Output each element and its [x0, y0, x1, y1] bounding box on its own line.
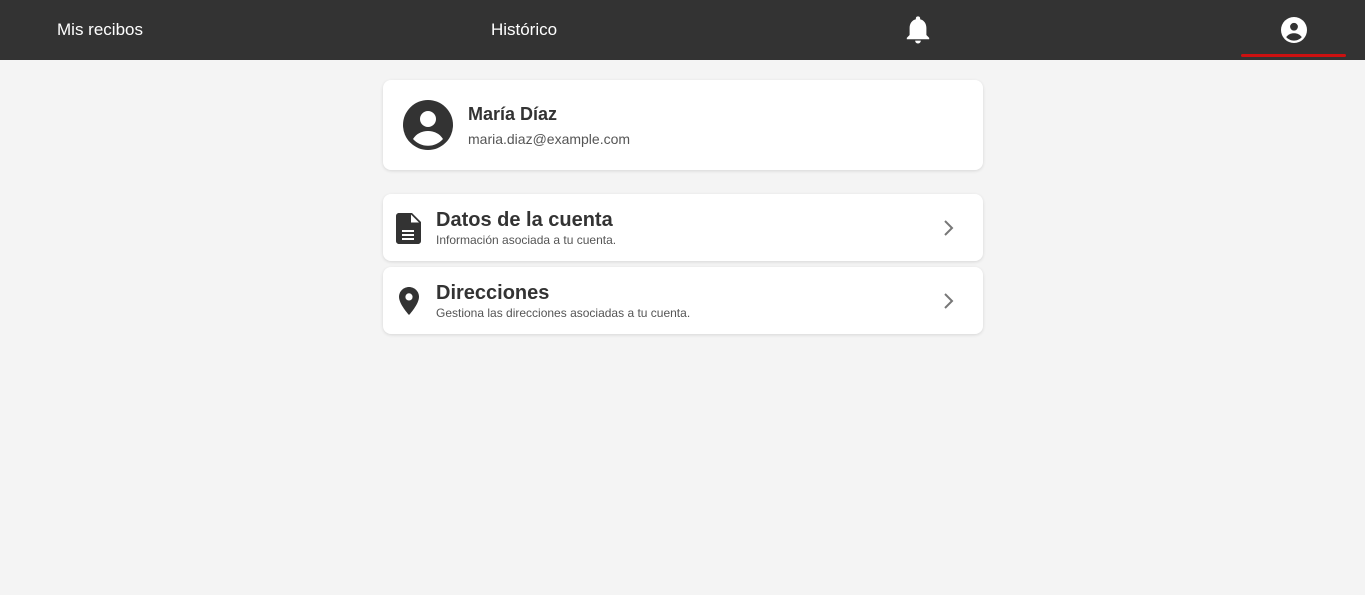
nav-historico-label: Histórico: [490, 20, 558, 39]
account-data-subtitle: Información asociada a tu cuenta.: [436, 233, 617, 247]
account-circle-icon: [403, 100, 453, 150]
addresses-subtitle: Gestiona las direcciones asociadas a tu …: [436, 306, 691, 320]
profile-name: María Díaz: [468, 104, 558, 124]
chevron-right-icon: [944, 220, 954, 236]
notifications-button[interactable]: [868, 0, 968, 60]
active-tab-indicator: [1241, 54, 1346, 57]
nav-historico[interactable]: Histórico: [424, 0, 624, 60]
account-circle-icon: [1280, 17, 1307, 43]
addresses-title: Direcciones: [436, 282, 550, 304]
profile-card: María Díaz maria.diaz@example.com: [383, 80, 983, 170]
nav-mis-recibos-label: Mis recibos: [57, 20, 143, 39]
addresses-card[interactable]: Direcciones Gestiona las direcciones aso…: [383, 267, 983, 334]
top-navigation-bar: Mis recibos Histórico: [0, 0, 1365, 60]
location-pin-icon: [399, 287, 419, 315]
chevron-right-icon: [944, 293, 954, 309]
profile-email: maria.diaz@example.com: [468, 131, 631, 147]
account-data-title: Datos de la cuenta: [436, 209, 613, 231]
bell-icon: [906, 16, 930, 44]
document-icon: [396, 213, 421, 244]
nav-profile[interactable]: [1241, 0, 1346, 60]
nav-mis-recibos[interactable]: Mis recibos: [0, 0, 200, 60]
account-data-card[interactable]: Datos de la cuenta Información asociada …: [383, 194, 983, 261]
